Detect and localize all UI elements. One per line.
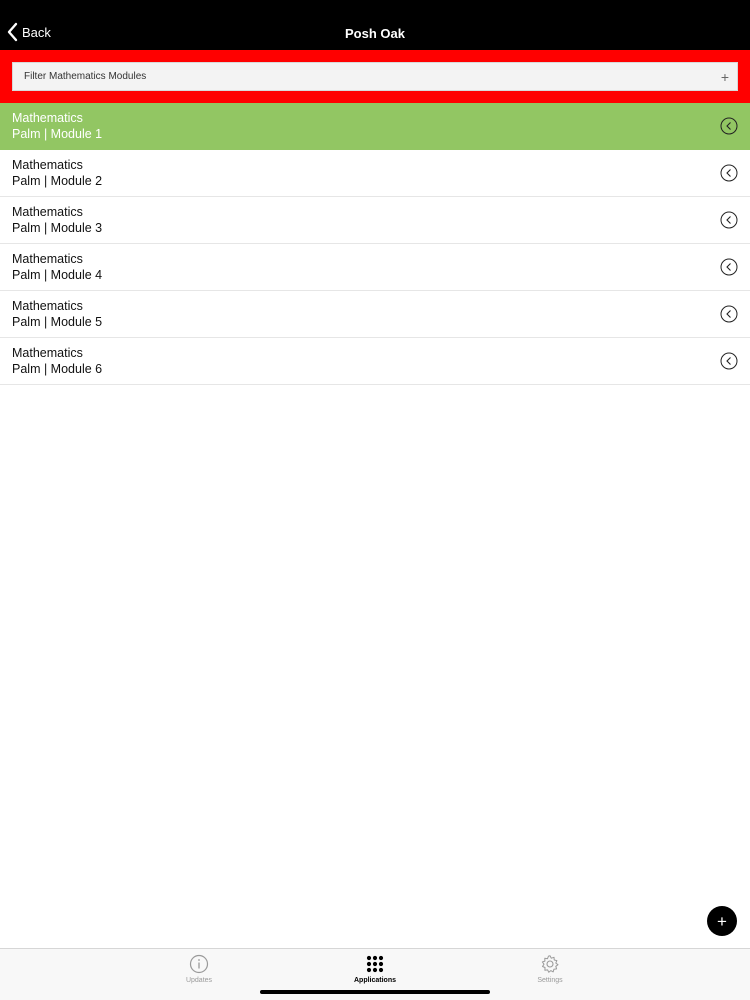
module-row[interactable]: Mathematics Palm | Module 1 bbox=[0, 103, 750, 150]
tab-label: Settings bbox=[537, 977, 563, 984]
module-title: Palm | Module 4 bbox=[12, 268, 103, 282]
circle-chevron-left-icon[interactable] bbox=[720, 164, 738, 182]
circle-chevron-left-icon[interactable] bbox=[720, 117, 738, 135]
tab-label: Updates bbox=[185, 977, 213, 984]
module-title: Palm | Module 2 bbox=[12, 174, 103, 188]
module-row[interactable]: Mathematics Palm | Module 5 bbox=[0, 291, 750, 338]
navigation-bar: Back Posh Oak bbox=[0, 0, 750, 50]
module-title: Palm | Module 3 bbox=[12, 221, 103, 235]
module-subject: Mathematics bbox=[12, 111, 83, 125]
circle-chevron-left-icon[interactable] bbox=[720, 258, 738, 276]
module-title: Palm | Module 1 bbox=[12, 127, 103, 141]
filter-add-button[interactable]: + bbox=[713, 62, 737, 91]
circle-chevron-left-icon[interactable] bbox=[720, 211, 738, 229]
module-list: Mathematics Palm | Module 1 Mathematics … bbox=[0, 103, 750, 385]
module-row[interactable]: Mathematics Palm | Module 6 bbox=[0, 338, 750, 385]
module-title: Palm | Module 6 bbox=[12, 362, 103, 376]
home-indicator bbox=[260, 990, 490, 994]
module-title: Palm | Module 5 bbox=[12, 315, 103, 329]
module-subject: Mathematics bbox=[12, 158, 83, 172]
plus-icon: + bbox=[717, 911, 727, 931]
tab-updates[interactable]: Updates bbox=[159, 954, 239, 984]
filter-bar: + bbox=[0, 50, 750, 103]
circle-chevron-left-icon[interactable] bbox=[720, 305, 738, 323]
circle-chevron-left-icon[interactable] bbox=[720, 352, 738, 370]
add-floating-button[interactable]: + bbox=[707, 906, 737, 936]
module-row[interactable]: Mathematics Palm | Module 2 bbox=[0, 150, 750, 197]
grid-icon bbox=[366, 955, 384, 973]
app-root: Back Posh Oak + Mathematics Palm | Modul… bbox=[0, 0, 750, 1000]
module-row[interactable]: Mathematics Palm | Module 4 bbox=[0, 244, 750, 291]
tab-settings[interactable]: Settings bbox=[510, 954, 590, 984]
page-title: Posh Oak bbox=[345, 26, 405, 41]
filter-field: + bbox=[12, 62, 738, 91]
module-row[interactable]: Mathematics Palm | Module 3 bbox=[0, 197, 750, 244]
module-subject: Mathematics bbox=[12, 205, 83, 219]
tab-applications[interactable]: Applications bbox=[335, 954, 415, 984]
module-subject: Mathematics bbox=[12, 299, 83, 313]
filter-input[interactable] bbox=[13, 63, 713, 90]
info-icon bbox=[189, 954, 209, 974]
module-subject: Mathematics bbox=[12, 346, 83, 360]
gear-icon bbox=[541, 955, 559, 973]
tab-label: Applications bbox=[353, 977, 396, 984]
module-subject: Mathematics bbox=[12, 252, 83, 266]
